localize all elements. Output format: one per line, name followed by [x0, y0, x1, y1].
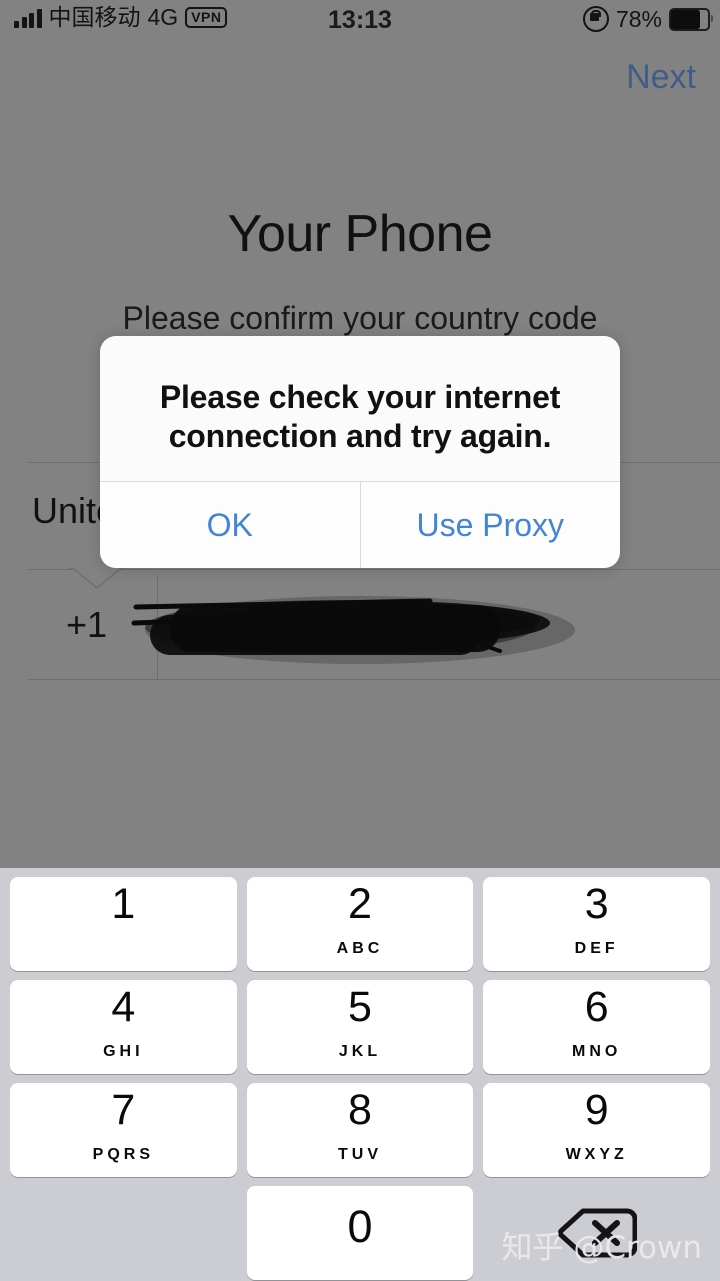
key-8-letters: TUV — [338, 1146, 382, 1163]
key-1[interactable]: 1 — [10, 877, 237, 971]
key-0-digit: 0 — [347, 1201, 373, 1252]
key-9[interactable]: 9 WXYZ — [483, 1083, 711, 1177]
key-3-digit: 3 — [584, 880, 609, 928]
ok-button[interactable]: OK — [100, 482, 360, 568]
use-proxy-button[interactable]: Use Proxy — [359, 482, 620, 568]
key-4-digit: 4 — [111, 983, 136, 1031]
watermark: 知乎 @Crown — [501, 1230, 702, 1266]
key-2[interactable]: 2 ABC — [246, 877, 474, 971]
key-1-digit: 1 — [111, 880, 136, 928]
key-8[interactable]: 8 TUV — [246, 1083, 474, 1177]
battery-percent-label: 78% — [615, 5, 662, 32]
key-5-letters: JKL — [338, 1043, 382, 1060]
divider-middle — [28, 569, 720, 570]
key-5-digit: 5 — [348, 983, 372, 1031]
key-9-digit: 9 — [584, 1086, 609, 1134]
key-9-letters: WXYZ — [565, 1146, 628, 1163]
key-2-digit: 2 — [348, 880, 372, 928]
alert-message: Please check your internet connection an… — [159, 379, 561, 455]
key-2-letters: ABC — [336, 940, 384, 957]
key-6-letters: MNO — [572, 1043, 622, 1060]
key-8-digit: 8 — [348, 1086, 372, 1134]
key-0[interactable]: 0 — [246, 1186, 474, 1280]
next-button[interactable]: Next — [626, 58, 696, 97]
key-7-letters: PQRS — [92, 1146, 154, 1163]
key-4[interactable]: 4 GHI — [10, 980, 237, 1074]
keypad-row-2: 4 GHI 5 JKL 6 MNO — [0, 980, 720, 1074]
key-blank-left — [10, 1186, 237, 1280]
status-bar: 中国移动 4G VPN 13:13 78% — [0, 0, 720, 42]
keypad-row-3: 7 PQRS 8 TUV 9 WXYZ — [0, 1083, 720, 1177]
key-7[interactable]: 7 PQRS — [10, 1083, 237, 1177]
page-title: Your Phone — [227, 205, 493, 263]
key-3[interactable]: 3 DEF — [483, 877, 711, 971]
alert-dialog: Please check your internet connection an… — [100, 336, 620, 568]
keypad-row-1: 1 2 ABC 3 DEF — [0, 877, 720, 971]
key-3-letters: DEF — [574, 940, 619, 957]
key-5[interactable]: 5 JKL — [246, 980, 474, 1074]
key-6[interactable]: 6 MNO — [483, 980, 711, 1074]
key-7-digit: 7 — [111, 1086, 136, 1134]
divider-bottom — [28, 679, 720, 680]
page-subtitle: Please confirm your country code — [122, 300, 598, 336]
country-code-label: +1 — [66, 604, 108, 645]
alert-button-row: OK Use Proxy — [100, 481, 620, 568]
key-4-letters: GHI — [103, 1043, 144, 1060]
key-6-digit: 6 — [584, 983, 609, 1031]
battery-icon — [669, 7, 713, 31]
rotation-lock-icon — [582, 6, 609, 32]
status-bar-right: 78% — [582, 5, 713, 32]
numeric-keypad: 1 2 ABC 3 DEF 4 GHI 5 JKL 6 MNO 7 PQRS 8… — [0, 868, 720, 1281]
country-code-separator — [157, 575, 158, 679]
redaction-scribble — [131, 596, 575, 664]
